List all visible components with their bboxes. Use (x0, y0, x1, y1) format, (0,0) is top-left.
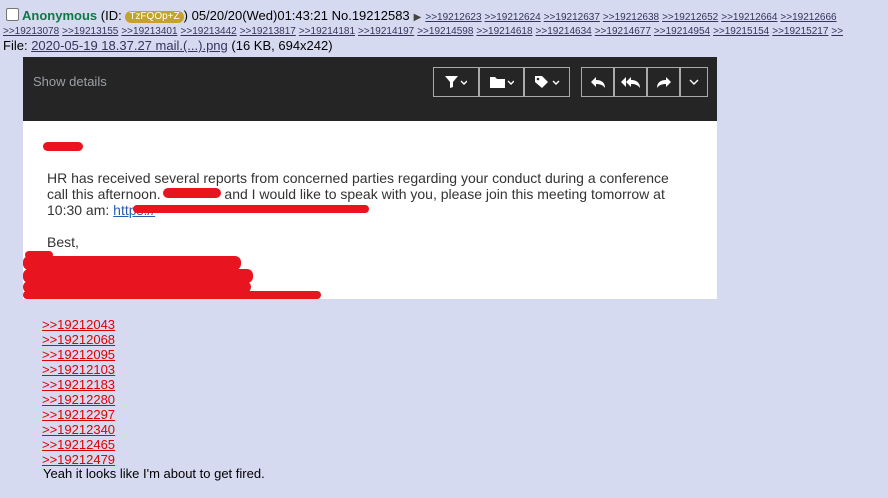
backlink[interactable]: >>19213442 (181, 26, 237, 37)
quote-link[interactable]: >>19212183 (42, 377, 115, 392)
quote-link[interactable]: >>19212095 (42, 347, 115, 362)
backlinks-row2: >>19213078 >>19213155 >>19213401 >>19213442… (3, 25, 888, 38)
file-info: File: 2020-05-19 18.37.27 mail.(...).png… (3, 38, 333, 53)
backlink[interactable]: >>19212638 (603, 12, 659, 23)
email-toolbar: Show details (23, 57, 717, 121)
filter-button[interactable] (433, 67, 479, 97)
post-header: Anonymous (ID: TzFQOp+Z) 05/20/20(Wed)01… (0, 8, 888, 24)
post-number[interactable]: No.19212583 (332, 8, 410, 23)
meeting-time: 10:30 am: (47, 202, 110, 218)
file-label: File: (3, 38, 28, 53)
backlink[interactable]: >>19214954 (654, 26, 710, 37)
quote-link[interactable]: >>19212280 (42, 392, 115, 407)
backlink[interactable]: >>19212666 (780, 12, 836, 23)
forward-icon (656, 77, 671, 88)
quote-link[interactable]: >>19212043 (42, 317, 115, 332)
backlink[interactable]: >>19213078 (3, 26, 59, 37)
move-folder-button[interactable] (479, 67, 524, 97)
poster-id-badge[interactable]: TzFQOp+Z (125, 11, 184, 23)
backlink[interactable]: >>19215217 (772, 26, 828, 37)
attached-email-screenshot[interactable]: Show details HR has received several rep… (23, 57, 717, 299)
reply-all-icon (620, 77, 640, 88)
folder-icon (489, 77, 514, 88)
id-label-open: (ID: (100, 8, 122, 23)
more-actions-button[interactable] (680, 67, 708, 97)
backlinks-row1: >>19212623 >>19212624 >>19212637 >>19212638… (425, 12, 839, 23)
backlink[interactable]: >>19214598 (417, 26, 473, 37)
post-checkbox[interactable] (6, 8, 19, 21)
filter-icon (445, 76, 467, 88)
backlink[interactable]: >>19214618 (476, 26, 532, 37)
backlink[interactable]: >>19214197 (358, 26, 414, 37)
file-link[interactable]: 2020-05-19 18.37.27 mail.(...).png (31, 38, 228, 53)
quote-link[interactable]: >>19212297 (42, 407, 115, 422)
redacted-recipient-name (43, 142, 83, 151)
file-meta: (16 KB, 694x242) (231, 38, 333, 53)
backlink[interactable]: >>19212624 (485, 12, 541, 23)
quote-link[interactable]: >>19212479 (42, 452, 115, 467)
id-label-close: ) (183, 8, 188, 23)
email-body-line2: call this afternoon. and I would like to… (47, 186, 665, 202)
quote-link[interactable]: >>19212465 (42, 437, 115, 452)
quote-link[interactable]: >>19212340 (42, 422, 115, 437)
email-body-line2a: call this afternoon. (47, 186, 161, 202)
redacted-signature (23, 256, 241, 270)
redacted-meeting-url (133, 205, 369, 213)
redacted-signature (23, 291, 321, 299)
backlink[interactable]: >>19213817 (240, 26, 296, 37)
backlink[interactable]: >>19214677 (595, 26, 651, 37)
more-chevron-icon (689, 79, 699, 85)
reply-button[interactable] (581, 67, 614, 97)
email-body-line2b: and I would like to speak with you, plea… (224, 186, 665, 202)
post-menu-arrow-icon[interactable]: ▶ (414, 12, 422, 23)
backlink[interactable]: >> (831, 26, 843, 37)
backlink[interactable]: >>19215154 (713, 26, 769, 37)
email-signoff: Best, (47, 234, 79, 250)
backlink[interactable]: >>19212623 (425, 12, 481, 23)
email-body-line1: HR has received several reports from con… (47, 170, 669, 186)
backlink[interactable]: >>19212637 (544, 12, 600, 23)
poster-name: Anonymous (22, 8, 98, 23)
quote-link[interactable]: >>19212068 (42, 332, 115, 347)
backlink[interactable]: >>19214634 (536, 26, 592, 37)
backlink[interactable]: >>19212652 (662, 12, 718, 23)
backlink[interactable]: >>19212664 (721, 12, 777, 23)
reply-all-button[interactable] (614, 67, 647, 97)
post-message: Yeah it looks like I'm about to get fire… (43, 466, 265, 481)
show-details-link[interactable]: Show details (33, 74, 107, 89)
redacted-name (163, 188, 221, 198)
backlink[interactable]: >>19213155 (62, 26, 118, 37)
reply-icon (590, 77, 605, 88)
backlink[interactable]: >>19213401 (121, 26, 177, 37)
backlink[interactable]: >>19214181 (299, 26, 355, 37)
email-body: HR has received several reports from con… (23, 121, 717, 299)
quote-link[interactable]: >>19212103 (42, 362, 115, 377)
forward-button[interactable] (647, 67, 680, 97)
quote-links: >>19212043 >>19212068 >>19212095 >>19212103… (42, 317, 115, 467)
post-datetime: 05/20/20(Wed)01:43:21 (191, 8, 328, 23)
label-tag-button[interactable] (524, 67, 570, 97)
tag-icon (535, 76, 560, 88)
